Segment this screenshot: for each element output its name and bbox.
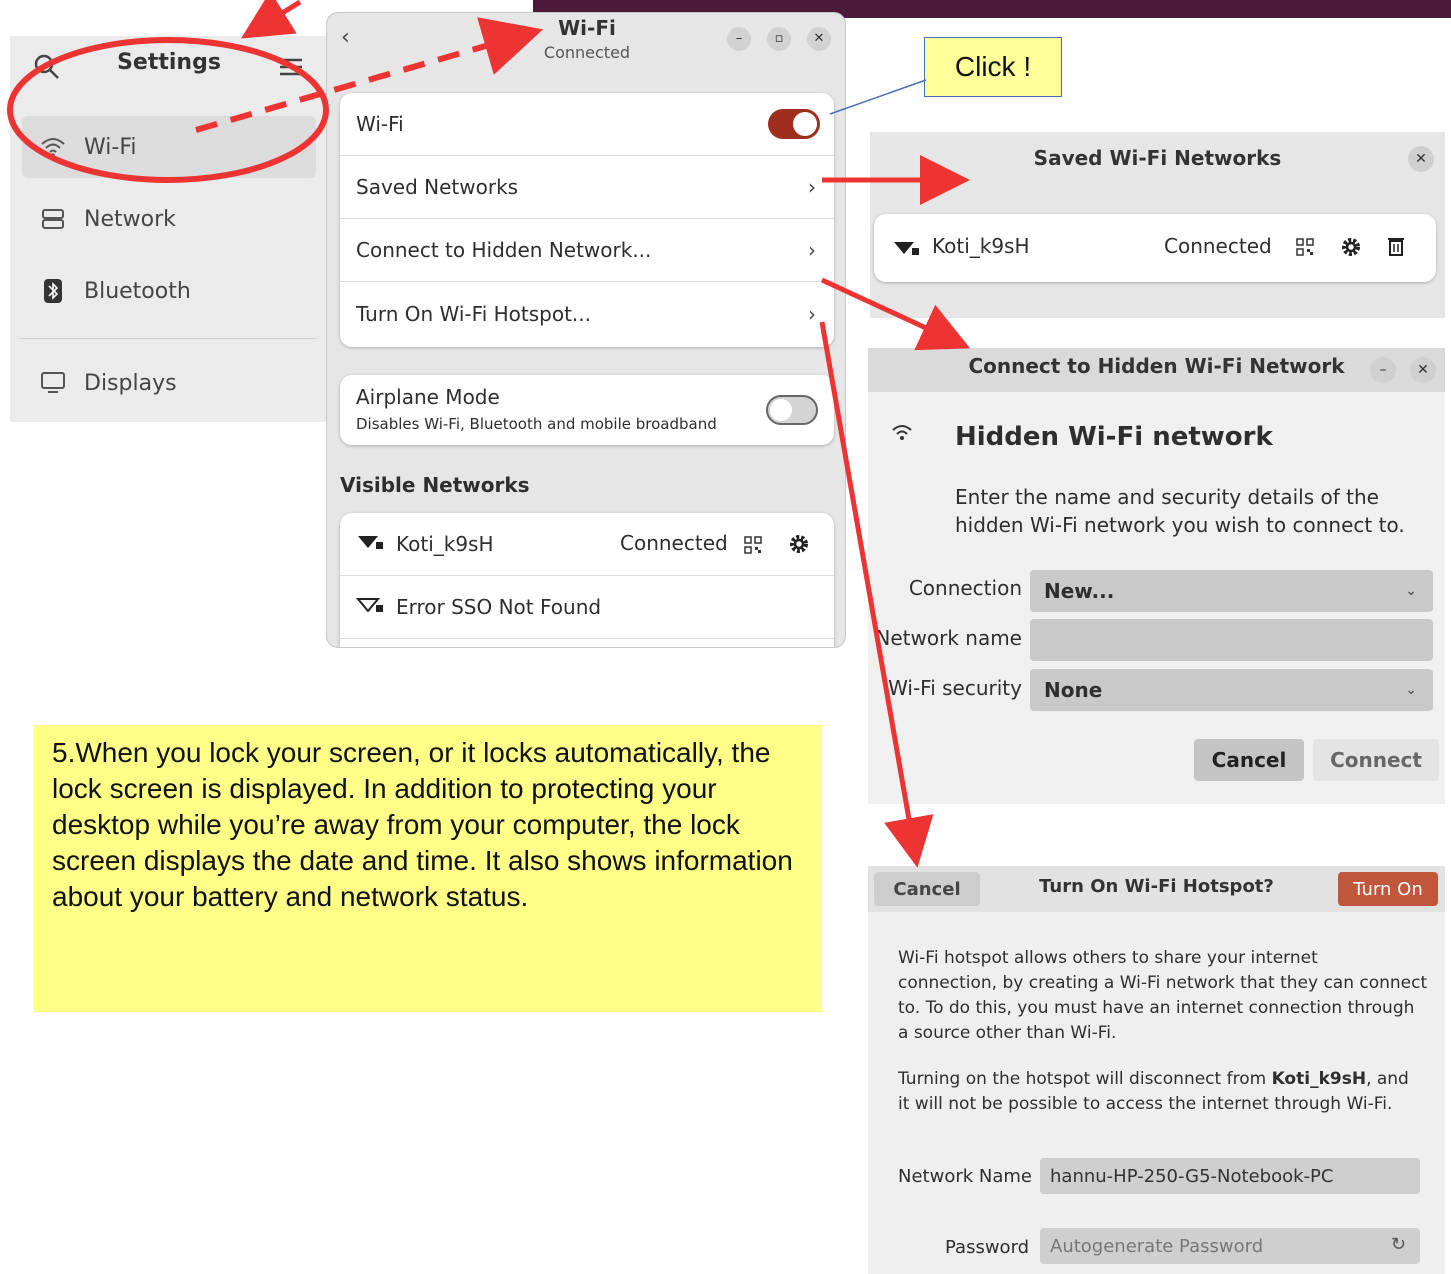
gear-icon[interactable] [1340, 236, 1362, 262]
chevron-down-icon: ⌄ [1405, 583, 1417, 599]
sidebar-item-network[interactable]: Network [22, 188, 316, 250]
saved-network-row[interactable]: Koti_k9sH Connected [874, 214, 1436, 282]
dialog-desc-line1: Enter the name and security details of t… [955, 485, 1379, 509]
network-name-label: Network Name [898, 1166, 1032, 1187]
security-value: None [1044, 678, 1103, 702]
wifi-icon [22, 136, 84, 158]
airplane-toggle[interactable] [766, 395, 818, 425]
hidden-network-dialog: Connect to Hidden Wi-Fi Network – ✕ Hidd… [868, 348, 1445, 804]
sidebar-item-displays[interactable]: Displays [22, 352, 316, 414]
wifi-lock-icon [892, 239, 920, 261]
hidden-network-label: Connect to Hidden Network... [356, 238, 652, 262]
wifi-lock-icon [356, 532, 396, 556]
security-label: Wi-Fi security [888, 676, 1022, 700]
connection-value: New... [1044, 579, 1115, 603]
close-button[interactable]: ✕ [1408, 146, 1434, 172]
network-name-input[interactable]: hannu-HP-250-G5-Notebook-PC [1040, 1158, 1420, 1194]
display-icon [22, 371, 84, 395]
hidden-network-row[interactable]: Connect to Hidden Network... › [340, 219, 834, 282]
sidebar-divider [20, 338, 316, 339]
saved-networks-row[interactable]: Saved Networks › [340, 156, 834, 219]
saved-networks-dialog: Saved Wi-Fi Networks ✕ Koti_k9sH Connect… [870, 132, 1445, 318]
hotspot-warning-line: Turning on the hotspot will disconnect f… [898, 1069, 1409, 1089]
chevron-right-icon: › [808, 238, 816, 262]
minimize-button[interactable]: – [1370, 357, 1396, 383]
password-input[interactable]: Autogenerate Password ↻ [1040, 1228, 1420, 1264]
hotspot-row[interactable]: Turn On Wi-Fi Hotspot... › [340, 282, 834, 345]
arrow-top [240, 0, 302, 39]
minimize-button[interactable]: – [727, 27, 751, 51]
network-row[interactable]: Error SSO Not Found [340, 576, 834, 639]
password-placeholder: Autogenerate Password [1050, 1235, 1264, 1257]
dialog-title: Saved Wi-Fi Networks [1033, 146, 1282, 170]
close-button[interactable]: ✕ [1410, 357, 1436, 383]
network-status: Connected [1164, 234, 1272, 258]
dialog-desc-line2: hidden Wi-Fi network you wish to connect… [955, 513, 1405, 537]
sidebar-item-bluetooth[interactable]: Bluetooth [22, 260, 316, 322]
gear-icon[interactable] [788, 533, 810, 560]
network-icon [22, 208, 84, 230]
hotspot-label: Turn On Wi-Fi Hotspot... [356, 301, 591, 326]
hamburger-menu-icon[interactable] [276, 52, 306, 82]
network-name: Koti_k9sH [396, 532, 494, 556]
sidebar-item-label: Bluetooth [84, 278, 191, 304]
visible-networks-heading: Visible Networks [340, 473, 530, 497]
qr-code-icon[interactable] [744, 535, 762, 559]
wifi-toggle-row: Wi-Fi [340, 93, 834, 156]
security-select[interactable]: None ⌄ [1030, 669, 1433, 711]
bluetooth-icon [22, 279, 84, 303]
connect-button[interactable]: Connect [1313, 739, 1439, 781]
wifi-lock-icon [355, 595, 396, 619]
settings-sidebar: Settings Wi-Fi Network Bluetooth Display… [10, 36, 328, 422]
sidebar-item-wifi[interactable]: Wi-Fi [22, 116, 316, 178]
hotspot-paragraph-line: a source other than Wi-Fi. [898, 1023, 1117, 1043]
trash-icon[interactable] [1388, 236, 1404, 260]
chevron-down-icon: ⌄ [1405, 682, 1417, 698]
hotspot-paragraph-line: to. To do this, you must have an interne… [898, 998, 1415, 1018]
hotspot-paragraph-line: connection, by creating a Wi-Fi network … [898, 973, 1428, 993]
window-subtitle: Connected [543, 43, 631, 62]
dialog-title: Connect to Hidden Wi-Fi Network [968, 354, 1345, 378]
turn-on-button[interactable]: Turn On [1338, 872, 1438, 906]
click-callout: Click ! [924, 37, 1062, 97]
dialog-heading: Hidden Wi-Fi network [955, 422, 1273, 452]
network-name-label: Network name [875, 626, 1022, 650]
chevron-right-icon: › [808, 175, 816, 199]
cancel-button[interactable]: Cancel [1194, 739, 1304, 781]
wifi-row-label: Wi-Fi [356, 112, 404, 136]
network-name-input[interactable] [1030, 619, 1433, 661]
password-label: Password [945, 1237, 1030, 1258]
network-name: Koti_k9sH [932, 234, 1030, 258]
network-name: Koti_k9sH [1271, 1069, 1367, 1089]
airplane-mode-card: Airplane Mode Disables Wi-Fi, Bluetooth … [340, 375, 834, 445]
close-button[interactable]: ✕ [807, 27, 831, 51]
connection-select[interactable]: New... ⌄ [1030, 570, 1433, 612]
maximize-button[interactable]: ▫ [767, 27, 791, 51]
hotspot-warning-line: it will not be possible to access the in… [898, 1094, 1393, 1114]
wifi-toggle[interactable] [768, 109, 820, 139]
chevron-right-icon: › [808, 301, 816, 326]
wifi-options-card: Wi-Fi Saved Networks › Connect to Hidden… [340, 93, 834, 347]
sidebar-item-label: Displays [84, 370, 177, 396]
network-name: Error SSO Not Found [396, 595, 602, 619]
qr-code-icon[interactable] [1296, 238, 1314, 260]
hotspot-dialog: Cancel Turn On Wi-Fi Hotspot? Turn On Wi… [868, 866, 1445, 1274]
network-status: Connected [620, 531, 728, 555]
wifi-settings-window: ‹ Wi-Fi Connected – ▫ ✕ Wi-Fi Saved Netw… [326, 12, 846, 648]
instruction-note: 5.When you lock your screen, or it locks… [34, 725, 822, 1012]
visible-networks-list: Koti_k9sH Connected Error SSO Not Found [340, 513, 834, 647]
sidebar-item-label: Wi-Fi [84, 134, 137, 160]
wifi-icon [892, 424, 912, 446]
saved-networks-label: Saved Networks [356, 175, 519, 199]
airplane-mode-title: Airplane Mode [356, 385, 500, 409]
connection-label: Connection [908, 576, 1022, 600]
refresh-icon[interactable]: ↻ [1391, 1234, 1406, 1255]
sidebar-item-label: Network [84, 206, 176, 232]
airplane-mode-desc: Disables Wi-Fi, Bluetooth and mobile bro… [356, 415, 717, 433]
hotspot-paragraph-line: Wi-Fi hotspot allows others to share you… [898, 948, 1318, 968]
network-row[interactable]: Koti_k9sH Connected [340, 513, 834, 576]
